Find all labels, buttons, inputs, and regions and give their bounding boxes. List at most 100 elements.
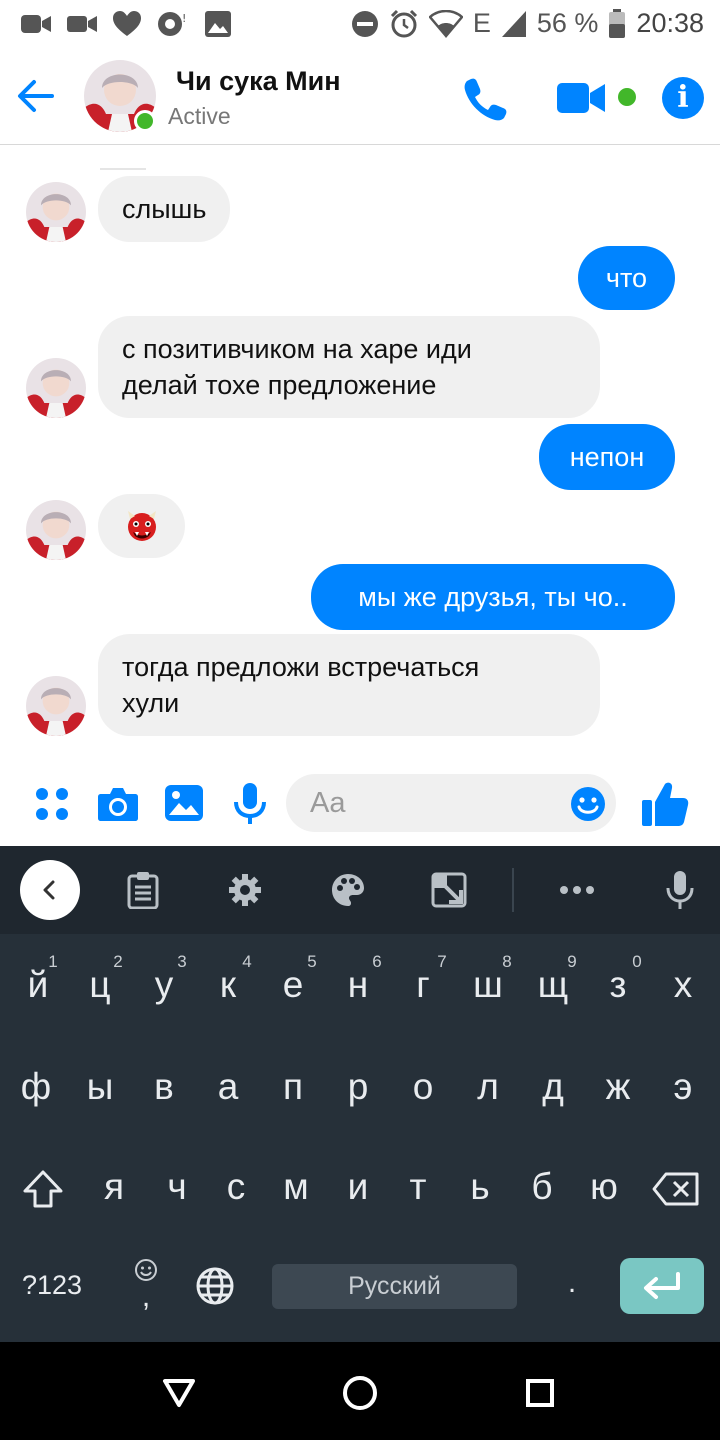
phone-call-icon[interactable]	[462, 76, 508, 122]
chat-header: Чи сука Мин Active i	[0, 50, 720, 145]
settings-icon[interactable]	[221, 866, 269, 914]
outgoing-message[interactable]: непон	[539, 424, 675, 490]
key[interactable]: ь	[450, 1166, 510, 1208]
clock: 20:38	[636, 8, 704, 38]
symbols-key[interactable]: ?123	[22, 1270, 82, 1301]
key[interactable]: б	[512, 1166, 572, 1208]
scroll-hint	[100, 168, 146, 170]
voice-input-icon[interactable]	[656, 866, 704, 914]
enter-key[interactable]	[620, 1258, 704, 1314]
emoji-icon[interactable]	[570, 786, 606, 822]
incoming-message[interactable]: слышь	[98, 176, 231, 242]
key[interactable]: ы	[70, 1066, 130, 1108]
key-hint: 4	[242, 952, 252, 971]
key[interactable]: о	[393, 1066, 453, 1108]
message-line: хули	[122, 688, 180, 718]
key[interactable]: э	[653, 1066, 713, 1108]
network-type: E	[472, 8, 491, 38]
home-circle-icon[interactable]	[342, 1375, 378, 1411]
outgoing-message[interactable]: мы же друзья, ты чо..	[311, 564, 675, 630]
sender-avatar[interactable]	[26, 676, 86, 736]
key[interactable]: р	[328, 1066, 388, 1108]
backspace-icon[interactable]	[652, 1172, 700, 1206]
key[interactable]: а	[198, 1066, 258, 1108]
message-line: с позитивчиком на харе иди	[122, 334, 472, 364]
camera-icon[interactable]	[97, 786, 139, 822]
space-key[interactable]: Русский	[272, 1264, 517, 1309]
enter-arrow-icon	[644, 1272, 680, 1299]
message-line: тогда предложи встречаться	[122, 652, 480, 682]
message-text: слышь	[122, 194, 207, 224]
message-text: что	[605, 263, 648, 293]
key-hint: 0	[632, 952, 642, 971]
key-hint: 1	[48, 952, 58, 971]
back-icon[interactable]	[20, 860, 80, 920]
contact-status: Active	[168, 103, 231, 129]
messenger-video-icon	[21, 15, 51, 33]
period-key[interactable]: .	[562, 1266, 582, 1300]
gallery-icon[interactable]	[164, 784, 204, 822]
recents-square-icon[interactable]	[525, 1378, 555, 1408]
key-hint: 9	[567, 952, 577, 971]
incoming-emoji-message[interactable]	[98, 494, 185, 558]
battery-icon	[609, 8, 626, 38]
message-composer	[0, 760, 720, 846]
shift-icon[interactable]	[22, 1169, 64, 1209]
key[interactable]: м	[266, 1166, 326, 1208]
globe-icon[interactable]	[196, 1267, 234, 1305]
keyboard-toolbar	[0, 846, 720, 934]
heart-icon	[113, 11, 141, 36]
comma-label: ,	[141, 1280, 151, 1313]
key[interactable]: т	[388, 1166, 448, 1208]
clipboard-icon[interactable]	[119, 866, 167, 914]
key-hint: 8	[502, 952, 512, 971]
voicemail-icon: !	[158, 12, 186, 36]
key-hint: 5	[307, 952, 317, 971]
message-input[interactable]	[310, 782, 550, 824]
key[interactable]: ж	[588, 1066, 648, 1108]
video-call-icon[interactable]	[556, 80, 606, 116]
back-triangle-icon[interactable]	[162, 1378, 196, 1408]
incoming-message[interactable]: с позитивчиком на харе иди делай тохе пр…	[98, 316, 600, 418]
wifi-icon	[428, 9, 463, 38]
info-icon[interactable]: i	[662, 77, 704, 119]
keyboard: йцукенгшщзх1234567890 фывапролджэ ячсмит…	[0, 846, 720, 1342]
battery-percent: 56 %	[536, 8, 599, 38]
message-line: делай тохе предложение	[122, 370, 437, 400]
toolbar-divider	[512, 868, 514, 912]
sender-avatar[interactable]	[26, 358, 86, 418]
outgoing-message[interactable]: что	[578, 246, 675, 310]
key[interactable]: я	[84, 1166, 144, 1208]
key[interactable]: ф	[6, 1066, 66, 1108]
incoming-message[interactable]: тогда предложи встречаться хули	[98, 634, 600, 736]
video-active-dot	[618, 88, 636, 106]
message-input-wrapper[interactable]	[286, 774, 616, 832]
key[interactable]: с	[206, 1166, 266, 1208]
key[interactable]: ч	[147, 1166, 207, 1208]
apps-icon[interactable]	[34, 786, 70, 822]
microphone-icon[interactable]	[233, 782, 267, 826]
key-hint: 2	[113, 952, 123, 971]
key[interactable]: д	[523, 1066, 583, 1108]
key[interactable]: в	[134, 1066, 194, 1108]
contact-name[interactable]: Чи сука Мин	[176, 66, 341, 97]
key[interactable]: и	[328, 1166, 388, 1208]
signal-icon	[501, 10, 526, 37]
system-nav-bar	[0, 1342, 720, 1440]
video-camera-icon	[67, 16, 97, 32]
sender-avatar[interactable]	[26, 182, 86, 242]
key[interactable]: л	[458, 1066, 518, 1108]
theme-palette-icon[interactable]	[324, 866, 372, 914]
key[interactable]: х	[653, 964, 713, 1006]
more-icon[interactable]	[553, 866, 601, 914]
key[interactable]: ю	[574, 1166, 634, 1208]
key[interactable]: п	[263, 1066, 323, 1108]
svg-text:!: !	[182, 12, 186, 25]
comma-key[interactable]: ,	[132, 1258, 160, 1313]
image-icon	[205, 11, 231, 37]
dnd-icon	[351, 10, 378, 37]
resize-icon[interactable]	[425, 866, 473, 914]
sender-avatar[interactable]	[26, 500, 86, 560]
back-arrow-icon[interactable]	[16, 76, 56, 116]
thumbs-up-icon[interactable]	[641, 780, 689, 828]
